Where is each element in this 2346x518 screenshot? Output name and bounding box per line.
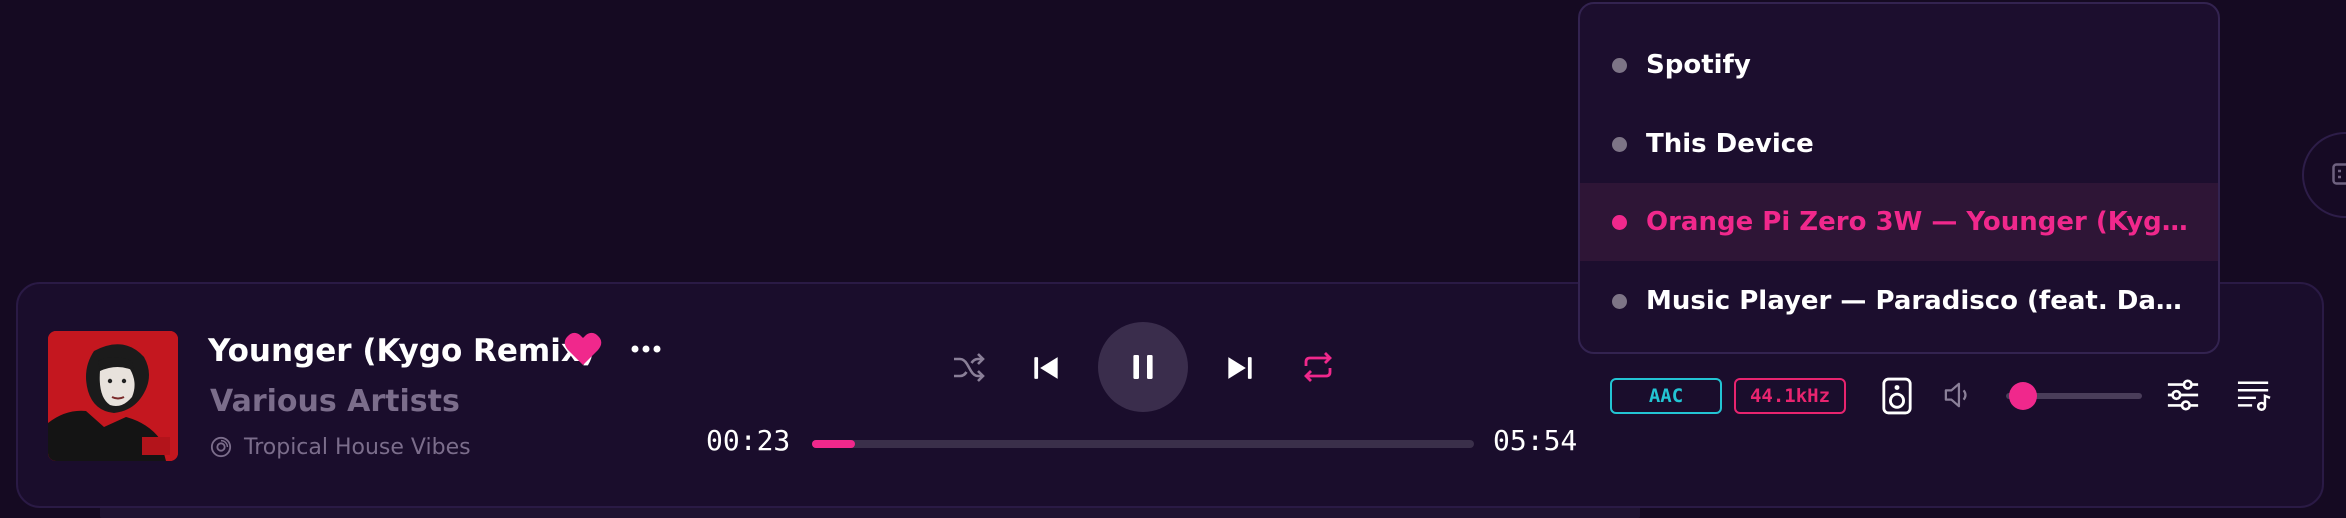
album-cover-image (48, 331, 178, 461)
playlist-name: Tropical House Vibes (244, 434, 471, 460)
side-panel-toggle-button[interactable] (2302, 132, 2346, 218)
track-title[interactable]: Younger (Kygo Remix) (208, 333, 595, 369)
device-status-dot (1612, 214, 1627, 230)
playlist-link[interactable]: Tropical House Vibes (210, 432, 471, 462)
device-item-label: This Device (1646, 129, 1814, 159)
device-status-dot (1612, 293, 1627, 309)
pause-button[interactable] (1098, 322, 1188, 412)
heart-icon (564, 332, 602, 365)
mute-button[interactable] (1942, 380, 1974, 410)
progress-bar[interactable] (812, 440, 1474, 448)
music-player-app: Younger (Kygo Remix) Various Artists Tro… (0, 0, 2346, 518)
output-device-button[interactable] (1880, 376, 1914, 416)
more-options-button[interactable] (628, 332, 664, 366)
device-item-label: Music Player — Paradisco (feat. Dabeull) (1646, 286, 2192, 316)
speaker-device-icon (1882, 377, 1912, 415)
ellipsis-icon (631, 345, 661, 353)
skip-next-icon (1228, 357, 1252, 379)
device-item-music-player[interactable]: Music Player — Paradisco (feat. Dabeull) (1580, 262, 2218, 340)
device-item-spotify[interactable]: Spotify (1580, 26, 2218, 104)
panel-toggle-icon (2332, 163, 2346, 185)
repeat-button[interactable] (1300, 350, 1336, 384)
device-item-this-device[interactable]: This Device (1580, 105, 2218, 183)
sample-rate-badge: 44.1kHz (1734, 378, 1846, 414)
device-item-label: Orange Pi Zero 3W — Younger (Kygo Remix) (1646, 207, 2192, 237)
device-status-dot (1612, 136, 1627, 152)
previous-track-button[interactable] (1028, 350, 1064, 386)
like-button[interactable] (563, 330, 603, 368)
shuffle-icon (954, 353, 985, 382)
equalizer-sliders-icon (2167, 379, 2199, 411)
repeat-icon (1304, 352, 1332, 382)
device-item-label: Spotify (1646, 50, 1751, 80)
queue-button[interactable] (2234, 377, 2274, 413)
device-status-dot (1612, 57, 1627, 73)
equalizer-button[interactable] (2164, 377, 2202, 413)
shuffle-button[interactable] (950, 350, 986, 384)
album-art[interactable] (48, 331, 178, 461)
queue-music-icon (2237, 381, 2271, 411)
codec-badge: AAC (1610, 378, 1722, 414)
skip-previous-icon (1034, 357, 1058, 379)
elapsed-time: 00:23 (706, 424, 791, 457)
disc-icon (210, 436, 232, 458)
volume-icon (1944, 382, 1967, 408)
device-menu: Spotify This Device Orange Pi Zero 3W — … (1578, 2, 2220, 354)
total-time: 05:54 (1493, 424, 1578, 457)
track-artist[interactable]: Various Artists (210, 384, 460, 419)
pause-icon (1133, 355, 1153, 379)
device-item-orange-pi[interactable]: Orange Pi Zero 3W — Younger (Kygo Remix) (1580, 183, 2218, 261)
next-track-button[interactable] (1222, 350, 1258, 386)
progress-fill (812, 440, 856, 448)
